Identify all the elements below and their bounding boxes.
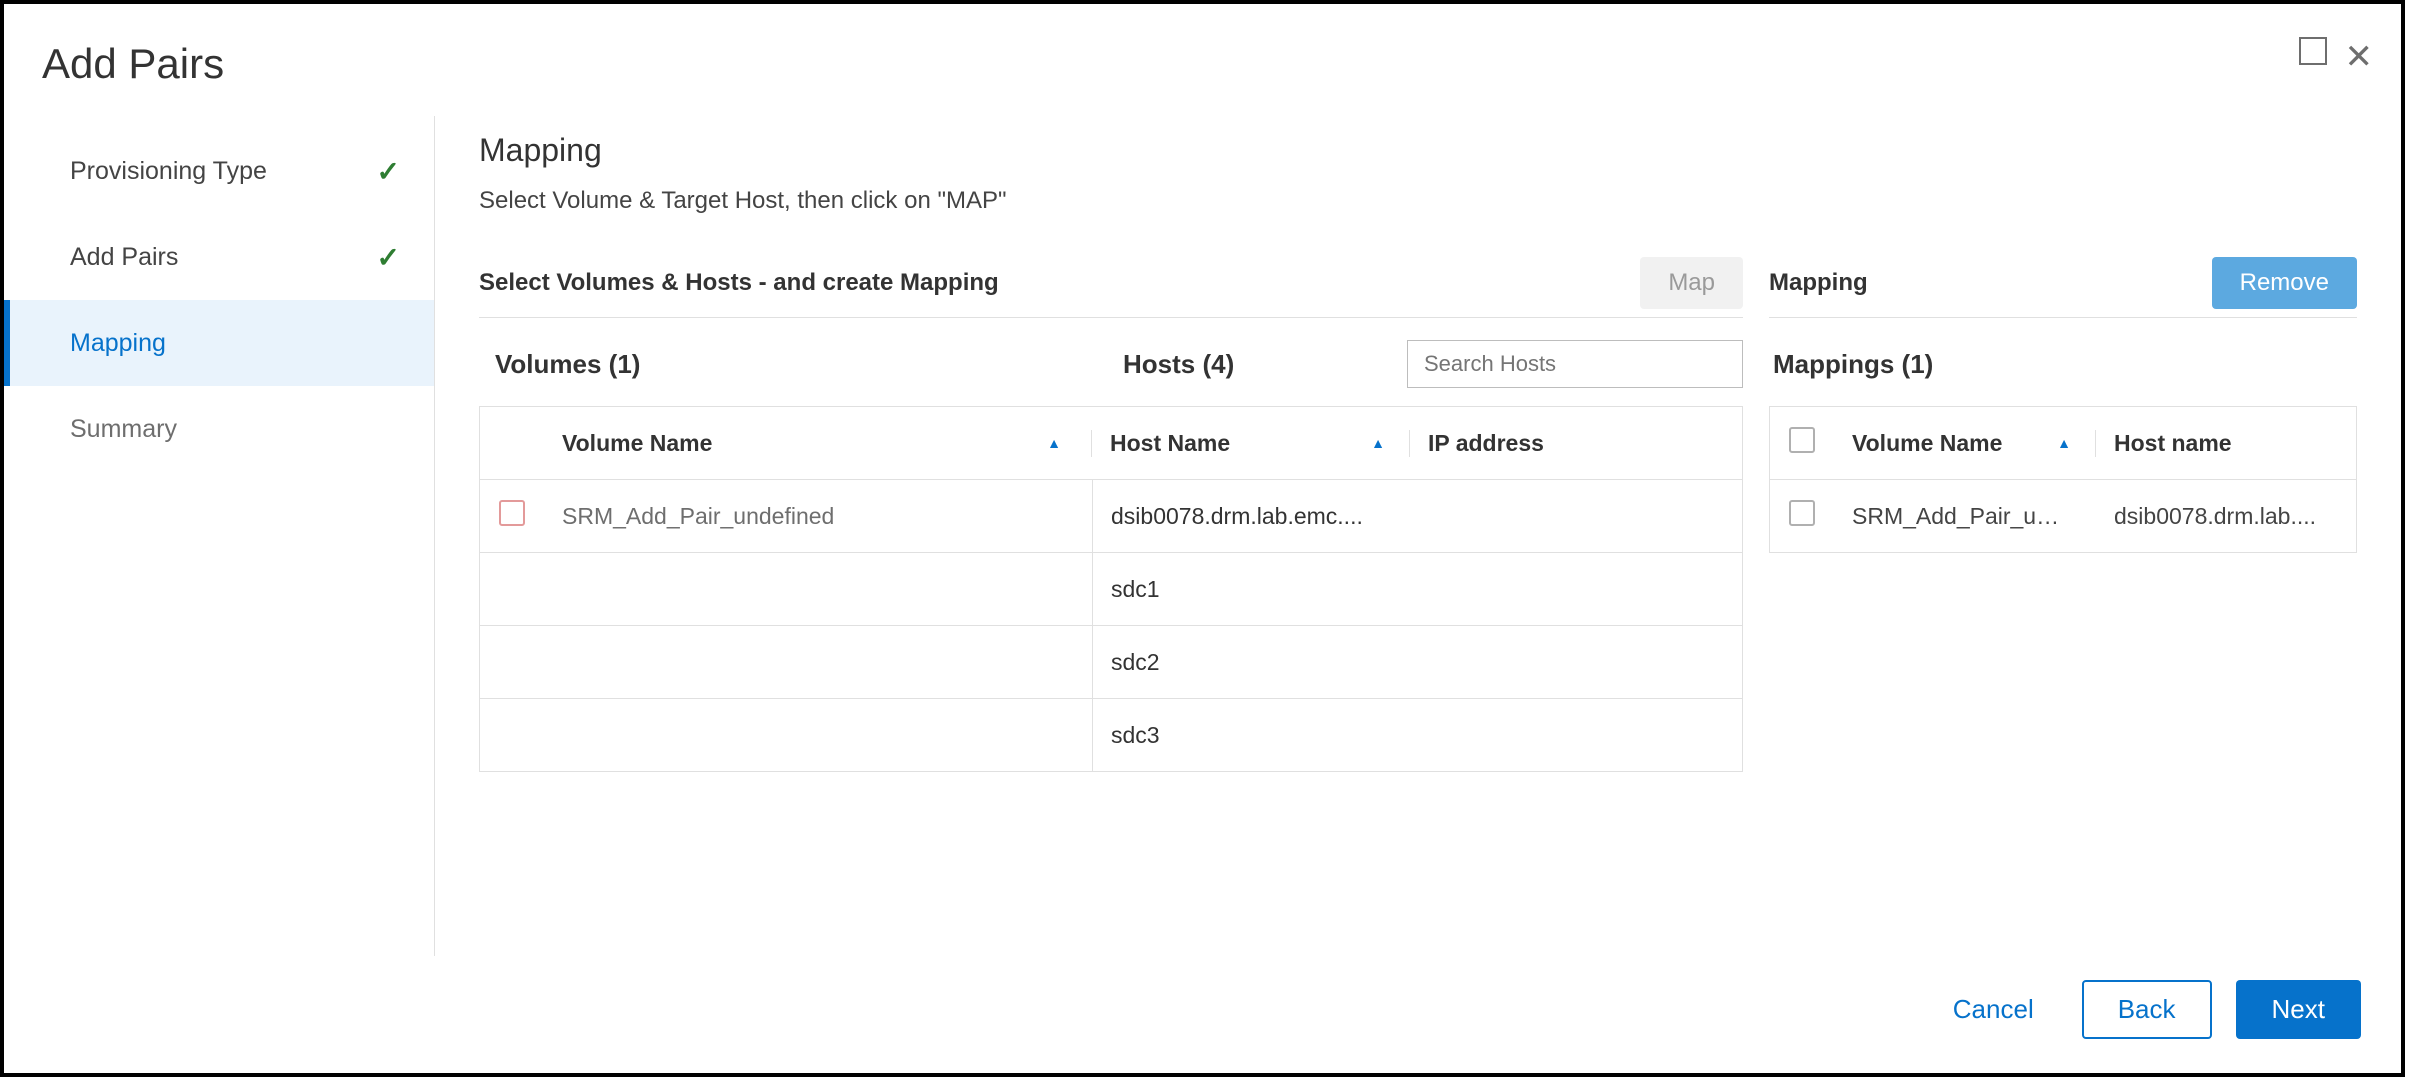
col-ip-address-label: IP address [1428,430,1544,456]
cancel-button[interactable]: Cancel [1929,984,2058,1035]
col-m-host-name-label: Host name [2114,430,2232,456]
select-all-checkbox[interactable] [1789,427,1815,453]
wizard-sidebar: Provisioning Type ✓ Add Pairs ✓ Mapping … [4,116,435,956]
host-row[interactable]: sdc3 [1093,699,1742,772]
left-section-bar: Select Volumes & Hosts - and create Mapp… [479,257,1743,318]
step-mapping[interactable]: Mapping [4,300,434,386]
col-m-host-name[interactable]: Host name [2096,430,2356,457]
col-host-name[interactable]: Host Name ▲ [1092,430,1410,457]
m-thead: Volume Name ▲ Host name [1770,407,2356,480]
volume-row-name: SRM_Add_Pair_undefined [544,503,852,530]
dialog-title: Add Pairs [42,40,224,88]
page-title: Mapping [479,132,2357,169]
step-add-pairs[interactable]: Add Pairs ✓ [4,214,434,300]
search-hosts-input[interactable] [1407,340,1743,388]
titlebar: Add Pairs ✕ [4,4,2401,88]
host-row-name: sdc2 [1093,649,1411,676]
add-pairs-dialog: Add Pairs ✕ Provisioning Type ✓ Add Pair… [0,0,2405,1077]
content-columns: Select Volumes & Hosts - and create Mapp… [479,257,2357,772]
maximize-icon[interactable] [2299,37,2327,65]
volumes-hosts-panel: Select Volumes & Hosts - and create Mapp… [479,257,1743,772]
host-row[interactable]: dsib0078.drm.lab.emc.... [1093,480,1742,553]
page-subtitle: Select Volume & Target Host, then click … [479,187,2357,215]
vh-rows: SRM_Add_Pair_undefined . . . dsib0078.dr… [480,480,1742,772]
right-section-bar: Mapping Remove [1769,257,2357,318]
mapping-checkbox-header[interactable] [1770,427,1834,459]
volumes-count-header: Volumes (1) [479,349,1123,380]
hosts-count-header: Hosts (4) [1123,349,1407,380]
titlebar-actions: ✕ [2299,34,2374,68]
step-label: Add Pairs [70,243,178,272]
check-icon: ✓ [377,155,400,188]
map-button[interactable]: Map [1640,257,1743,309]
mapping-row[interactable]: SRM_Add_Pair_u… dsib0078.drm.lab.... [1770,480,2356,553]
mapping-row-volume: SRM_Add_Pair_u… [1834,503,2096,530]
col-ip-address[interactable]: IP address [1410,430,1742,457]
mappings-count-header: Mappings (1) [1769,349,2357,380]
mapping-row-checkbox[interactable] [1789,500,1815,526]
volume-row-checkbox[interactable] [499,500,525,526]
main-panel: Mapping Select Volume & Target Host, the… [435,116,2401,956]
step-label: Summary [70,415,177,444]
mappings-panel: Mapping Remove Mappings (1) Volume Name … [1769,257,2357,772]
host-rows: dsib0078.drm.lab.emc.... sdc1 sdc2 [1093,480,1742,772]
host-row[interactable]: sdc1 [1093,553,1742,626]
vh-thead: Volume Name ▲ Host Name ▲ IP address [480,407,1742,480]
sort-asc-icon: ▲ [2057,435,2077,451]
host-row[interactable]: sdc2 [1093,626,1742,699]
right-section-label: Mapping [1769,269,2212,297]
wizard-footer: Cancel Back Next [4,956,2401,1073]
col-volume-name-label: Volume Name [562,430,712,457]
step-label: Provisioning Type [70,157,267,186]
next-button[interactable]: Next [2236,980,2361,1039]
close-icon[interactable]: ✕ [2345,40,2374,74]
right-subhead-row: Mappings (1) [1769,334,2357,394]
col-host-name-label: Host Name [1110,430,1230,457]
volume-row[interactable]: SRM_Add_Pair_undefined [480,480,1092,553]
step-provisioning-type[interactable]: Provisioning Type ✓ [4,128,434,214]
volume-rows: SRM_Add_Pair_undefined . . . [480,480,1093,772]
step-label: Mapping [70,329,166,358]
volume-row-empty: . [480,699,1092,772]
remove-button[interactable]: Remove [2212,257,2357,309]
host-row-name: sdc3 [1093,722,1411,749]
left-subhead-row: Volumes (1) Hosts (4) [479,334,1743,394]
col-volume-name[interactable]: Volume Name ▲ [544,430,1092,457]
host-row-name: dsib0078.drm.lab.emc.... [1093,503,1411,530]
host-row-name: sdc1 [1093,576,1411,603]
volume-row-empty: . [480,626,1092,699]
volume-row-empty: . [480,553,1092,626]
mapping-row-host: dsib0078.drm.lab.... [2096,503,2356,530]
col-m-volume-name-label: Volume Name [1852,430,2002,457]
back-button[interactable]: Back [2082,980,2212,1039]
dialog-body: Provisioning Type ✓ Add Pairs ✓ Mapping … [4,116,2401,956]
left-section-label: Select Volumes & Hosts - and create Mapp… [479,269,1640,297]
step-summary[interactable]: Summary [4,386,434,472]
volumes-hosts-table: Volume Name ▲ Host Name ▲ IP address [479,406,1743,772]
sort-asc-icon: ▲ [1047,435,1073,451]
sort-asc-icon: ▲ [1371,435,1391,451]
col-m-volume-name[interactable]: Volume Name ▲ [1834,430,2096,457]
check-icon: ✓ [377,241,400,274]
mappings-table: Volume Name ▲ Host name SRM_Add_Pair_u… … [1769,406,2357,553]
